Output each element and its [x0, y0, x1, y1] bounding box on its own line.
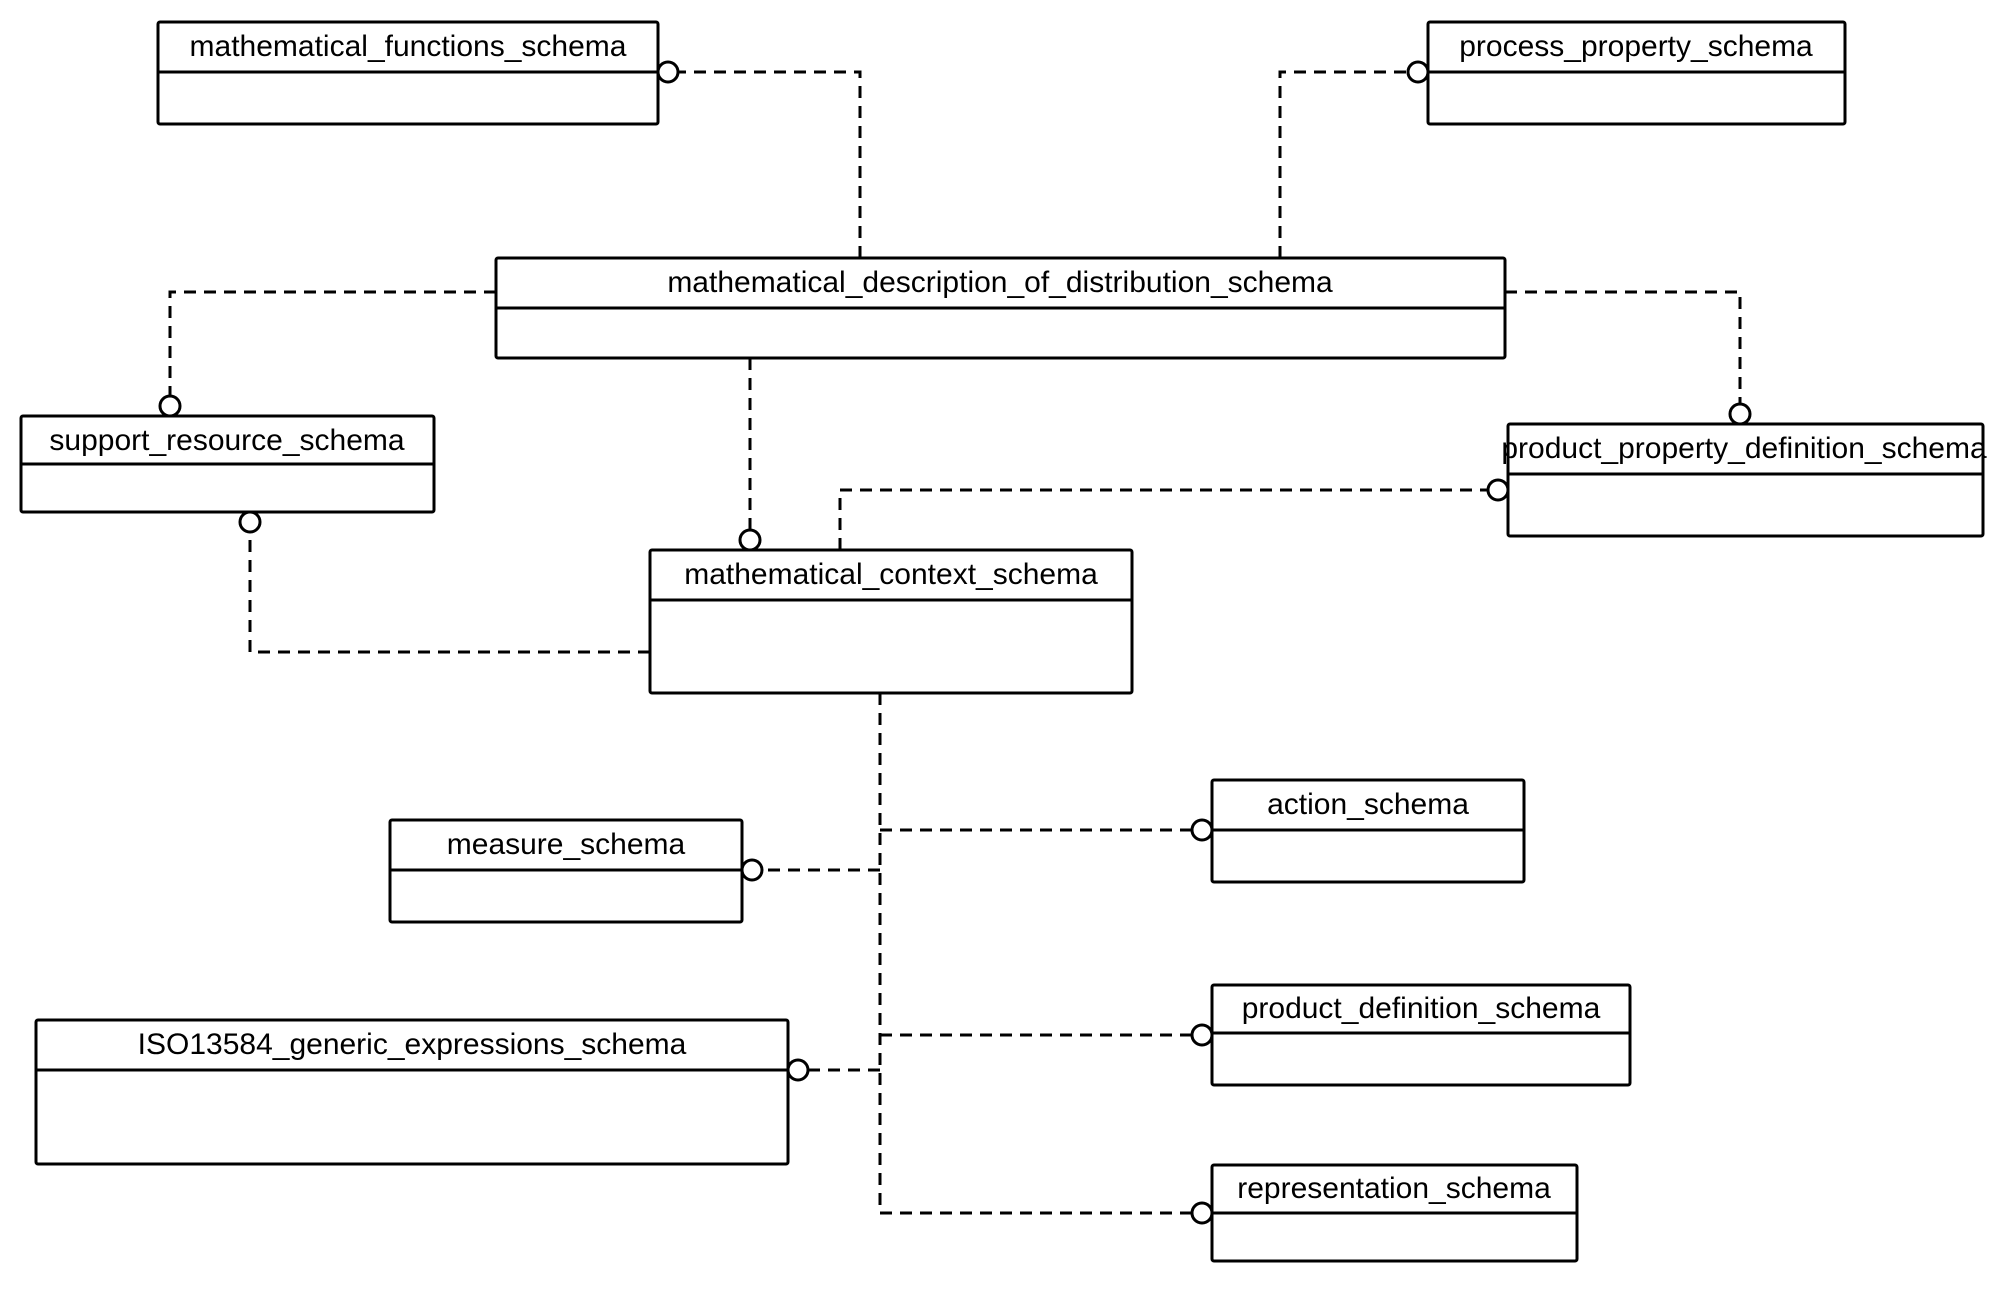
edge-mathctx-to-prodpropdef — [840, 490, 1488, 550]
box-support-resource-schema: support_resource_schema — [21, 416, 434, 512]
label-product-property-definition-schema: product_property_definition_schema — [1501, 432, 1987, 465]
box-math-desc-dist-schema: mathematical_description_of_distribution… — [496, 258, 1505, 358]
label-mathematical-functions-schema: mathematical_functions_schema — [190, 30, 627, 63]
box-mathematical-functions-schema: mathematical_functions_schema — [158, 22, 658, 124]
label-process-property-schema: process_property_schema — [1459, 30, 1813, 63]
label-support-resource-schema: support_resource_schema — [49, 424, 405, 457]
box-product-property-definition-schema: product_property_definition_schema — [1501, 424, 1987, 536]
label-action-schema: action_schema — [1267, 788, 1469, 821]
label-product-definition-schema: product_definition_schema — [1242, 992, 1601, 1025]
box-product-definition-schema: product_definition_schema — [1212, 985, 1630, 1085]
label-mathematical-context-schema: mathematical_context_schema — [684, 558, 1098, 591]
box-mathematical-context-schema: mathematical_context_schema — [650, 550, 1132, 693]
edge-mdd-to-prodpropdef — [1505, 292, 1740, 404]
box-representation-schema: representation_schema — [1212, 1165, 1577, 1261]
label-math-desc-dist-schema: mathematical_description_of_distribution… — [667, 266, 1333, 299]
label-iso13584-generic-expressions-schema: ISO13584_generic_expressions_schema — [138, 1028, 687, 1061]
edge-mathctx-to-supportres — [250, 532, 650, 652]
edge-mdd-to-mathfuncs — [678, 72, 860, 258]
label-representation-schema: representation_schema — [1237, 1172, 1551, 1205]
box-iso13584-generic-expressions-schema: ISO13584_generic_expressions_schema — [36, 1020, 788, 1164]
box-process-property-schema: process_property_schema — [1428, 22, 1845, 124]
box-measure-schema: measure_schema — [390, 820, 742, 922]
schema-diagram: mathematical_functions_schema process_pr… — [0, 0, 2001, 1294]
edge-mdd-to-supportres — [170, 292, 496, 396]
label-measure-schema: measure_schema — [447, 828, 686, 861]
box-action-schema: action_schema — [1212, 780, 1524, 882]
edge-mdd-to-processprop — [1280, 72, 1408, 258]
